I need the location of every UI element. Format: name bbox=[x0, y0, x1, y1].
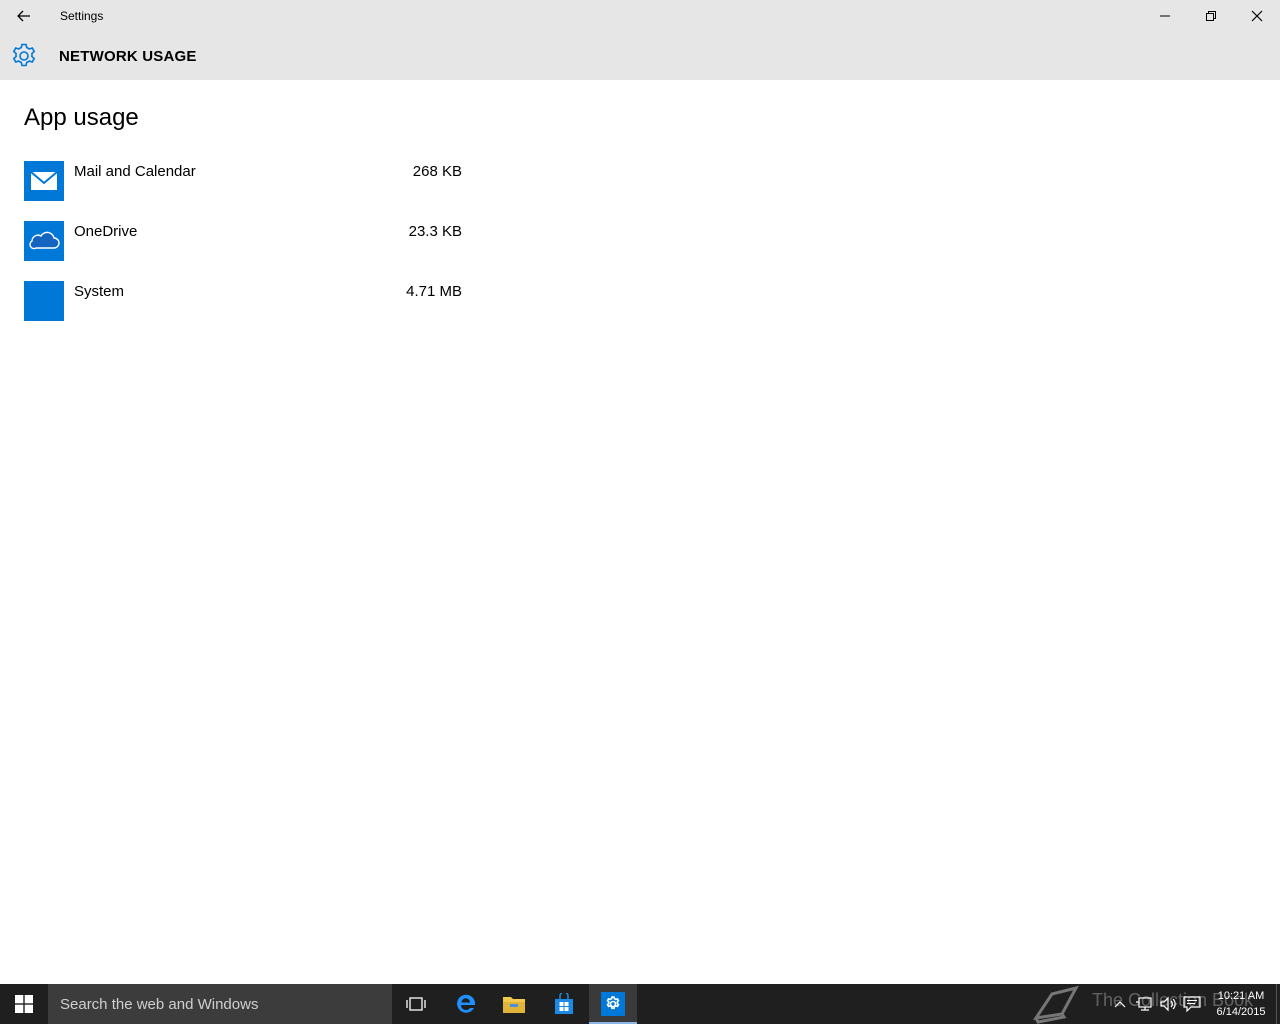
store-button[interactable] bbox=[540, 984, 588, 1024]
task-view-icon bbox=[406, 997, 426, 1011]
search-input[interactable] bbox=[48, 984, 392, 1024]
volume-tray-button[interactable] bbox=[1156, 984, 1180, 1024]
app-name: Mail and Calendar bbox=[74, 163, 196, 180]
app-name: System bbox=[74, 283, 125, 300]
system-tile bbox=[24, 281, 64, 321]
app-row-mail[interactable]: Mail and Calendar 268 KB bbox=[24, 161, 464, 201]
taskbar-clock[interactable]: 10:21 AM 6/14/2015 bbox=[1208, 988, 1274, 1020]
minimize-button[interactable] bbox=[1142, 0, 1188, 32]
file-explorer-icon bbox=[503, 997, 525, 1013]
title-bar: Settings bbox=[0, 0, 1280, 32]
page-header: NETWORK USAGE bbox=[0, 36, 1280, 76]
page-title: NETWORK USAGE bbox=[59, 48, 197, 65]
taskbar: The Collection Book 10:21 AM 6/14/2015 bbox=[0, 984, 1280, 1024]
back-arrow-icon bbox=[17, 10, 30, 22]
close-button[interactable] bbox=[1234, 0, 1280, 32]
taskbar-search[interactable] bbox=[48, 984, 392, 1024]
network-tray-button[interactable] bbox=[1132, 984, 1156, 1024]
edge-button[interactable] bbox=[442, 984, 490, 1024]
network-icon bbox=[1136, 997, 1152, 1011]
app-name: OneDrive bbox=[74, 223, 138, 240]
restore-icon bbox=[1206, 11, 1216, 21]
app-usage-value: 268 KB bbox=[412, 163, 462, 180]
window-title: Settings bbox=[60, 9, 104, 23]
show-hidden-icons-button[interactable] bbox=[1108, 984, 1132, 1024]
app-row-system[interactable]: System 4.71 MB bbox=[24, 281, 464, 321]
start-button[interactable] bbox=[0, 984, 48, 1024]
settings-icon bbox=[601, 992, 625, 1016]
book-logo-icon bbox=[1032, 985, 1079, 1024]
windows-logo-icon bbox=[15, 995, 33, 1013]
clock-date: 6/14/2015 bbox=[1216, 1006, 1266, 1018]
notification-icon bbox=[1183, 996, 1201, 1012]
settings-header: Settings NETWORK USAGE bbox=[0, 0, 1280, 80]
app-usage-value: 4.71 MB bbox=[406, 283, 462, 300]
app-usage-value: 23.3 KB bbox=[408, 223, 462, 240]
store-icon bbox=[555, 993, 573, 1014]
edge-icon bbox=[457, 994, 476, 1013]
show-desktop-button[interactable] bbox=[1276, 984, 1280, 1024]
volume-icon bbox=[1160, 996, 1176, 1012]
chevron-up-icon bbox=[1114, 1001, 1126, 1008]
restore-button[interactable] bbox=[1188, 0, 1234, 32]
settings-taskbar-button[interactable] bbox=[589, 984, 637, 1024]
app-row-onedrive[interactable]: OneDrive 23.3 KB bbox=[24, 221, 464, 261]
task-view-button[interactable] bbox=[392, 984, 440, 1024]
gear-icon bbox=[12, 43, 36, 67]
close-icon bbox=[1251, 10, 1263, 22]
action-center-button[interactable] bbox=[1180, 984, 1204, 1024]
onedrive-cloud-icon bbox=[29, 231, 60, 250]
clock-time: 10:21 AM bbox=[1217, 990, 1265, 1002]
section-title: App usage bbox=[24, 104, 139, 131]
app-tile bbox=[24, 221, 64, 261]
back-button[interactable] bbox=[0, 0, 48, 32]
mail-icon bbox=[30, 171, 58, 190]
minimize-icon bbox=[1160, 15, 1170, 17]
file-explorer-button[interactable] bbox=[490, 984, 538, 1024]
app-tile bbox=[24, 161, 64, 201]
